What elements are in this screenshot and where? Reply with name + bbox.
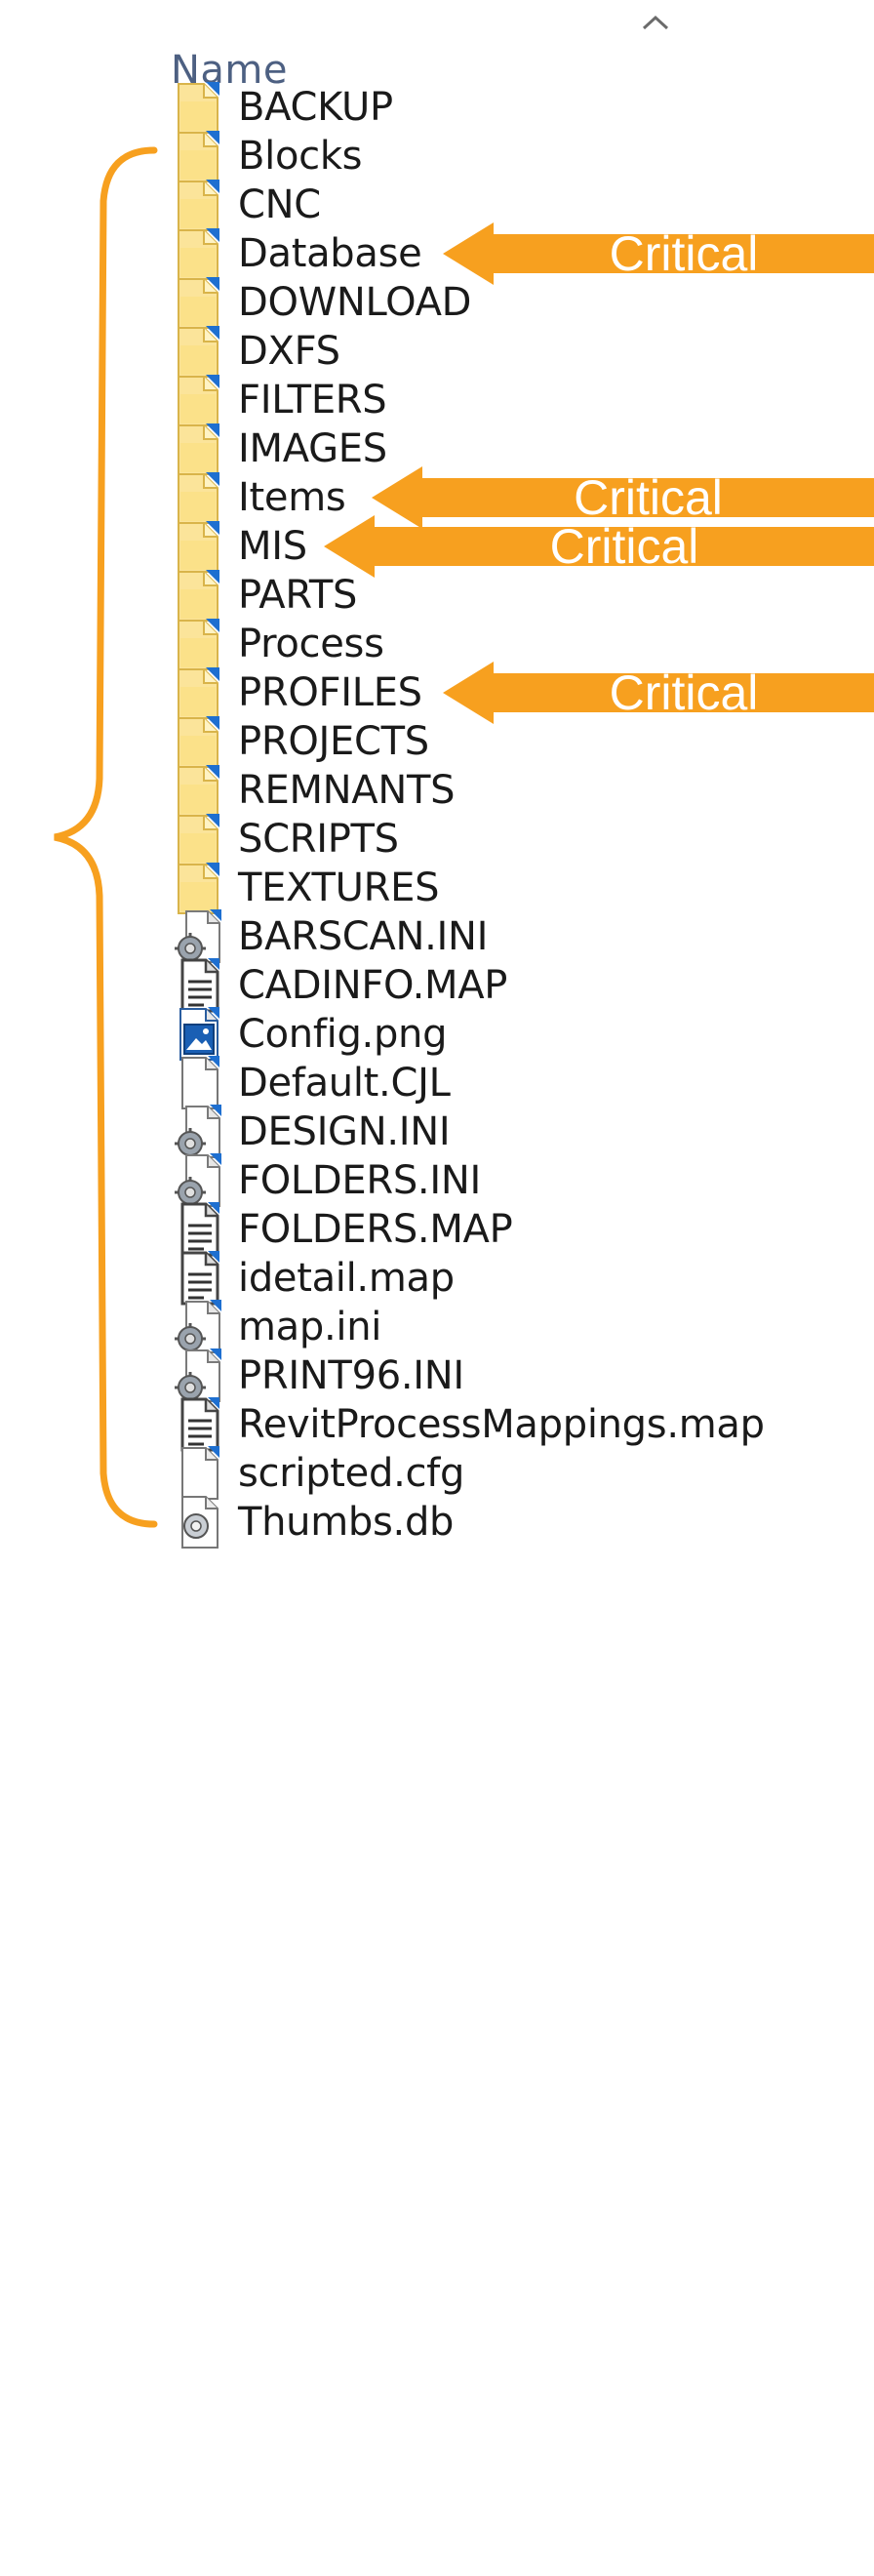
file-list: BACKUP Blocks CNC Database DOWNLOAD DXFS…: [0, 0, 874, 2576]
critical-label: Critical: [609, 226, 759, 281]
thumbs-db-icon: [172, 1491, 226, 1553]
critical-arrow-profiles: Critical: [443, 662, 874, 724]
file-name: Thumbs.db: [238, 1500, 455, 1545]
critical-arrow-mis: Critical: [324, 515, 874, 578]
critical-label: Critical: [549, 519, 699, 574]
critical-label: Critical: [609, 665, 759, 720]
critical-arrow-database: Critical: [443, 222, 874, 285]
file-row-thumbs-db[interactable]: Thumbs.db: [172, 1487, 874, 1557]
